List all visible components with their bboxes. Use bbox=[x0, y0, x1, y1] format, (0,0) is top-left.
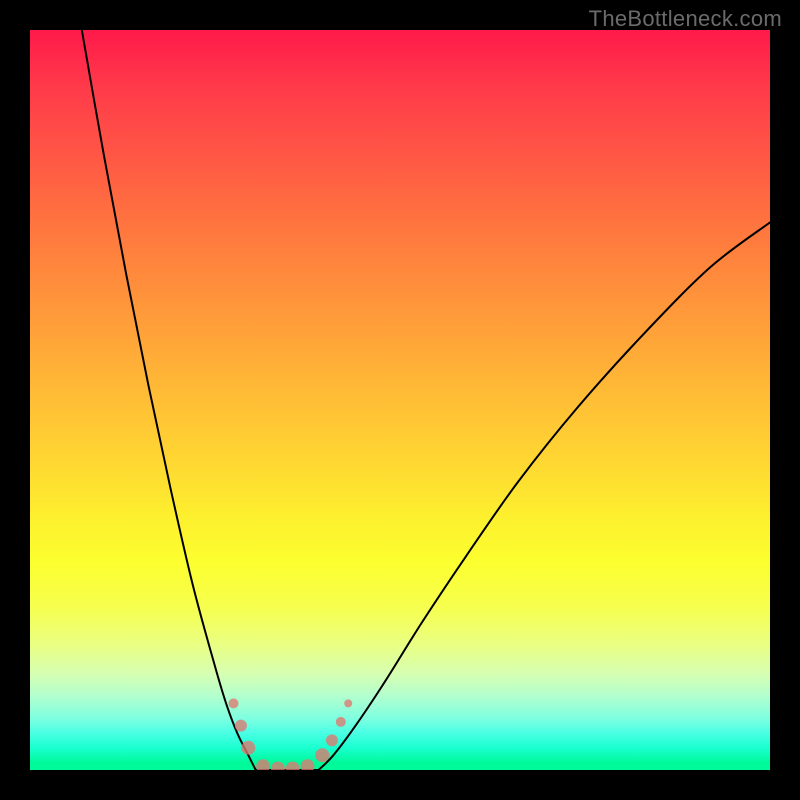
chart-marker bbox=[229, 698, 239, 708]
chart-marker bbox=[241, 741, 255, 755]
watermark-text: TheBottleneck.com bbox=[589, 6, 782, 32]
chart-marker bbox=[286, 762, 300, 770]
chart-plot-area bbox=[30, 30, 770, 770]
chart-marker bbox=[256, 759, 270, 770]
chart-marker bbox=[315, 748, 329, 762]
chart-svg bbox=[30, 30, 770, 770]
chart-marker bbox=[235, 720, 247, 732]
chart-marker bbox=[301, 759, 315, 770]
chart-marker bbox=[271, 762, 285, 770]
chart-markers bbox=[229, 698, 353, 770]
chart-marker bbox=[344, 699, 352, 707]
curve-left-descent bbox=[82, 30, 256, 770]
chart-marker bbox=[336, 717, 346, 727]
curve-right-ascent bbox=[319, 222, 770, 770]
chart-marker bbox=[326, 734, 338, 746]
